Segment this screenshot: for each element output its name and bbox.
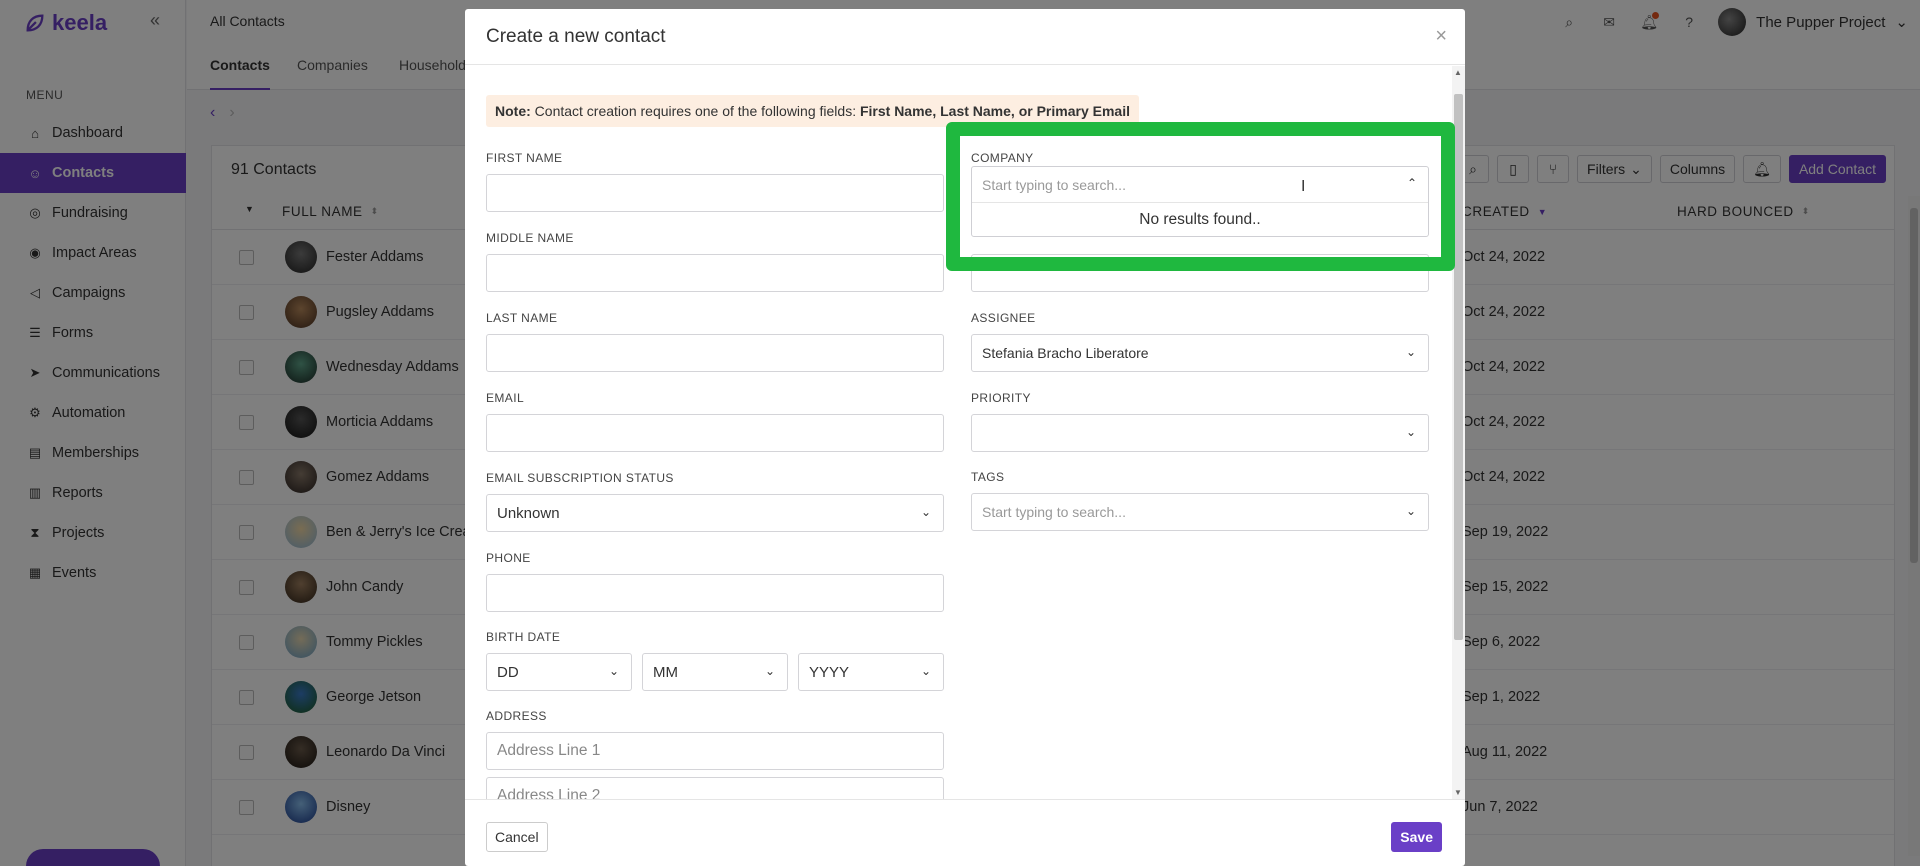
priority-select[interactable]: ⌄ <box>971 414 1429 452</box>
note-label: Note: <box>495 103 531 119</box>
birth-month-select[interactable]: MM ⌄ <box>642 653 788 691</box>
middle-name-field[interactable] <box>486 254 944 292</box>
birth-year-select[interactable]: YYYY ⌄ <box>798 653 944 691</box>
email-subscription-label: EMAIL SUBSCRIPTION STATUS <box>486 471 674 485</box>
modal-scrollbar-thumb[interactable] <box>1454 94 1463 640</box>
chevron-down-icon: ⌄ <box>1405 425 1416 439</box>
scroll-up-icon[interactable]: ▲ <box>1454 68 1462 77</box>
chevron-down-icon: ⌄ <box>608 664 619 678</box>
birth-day-value: DD <box>497 663 519 681</box>
chevron-up-icon[interactable]: ⌃ <box>1407 176 1417 190</box>
tags-label: TAGS <box>971 470 1005 484</box>
chevron-down-icon: ⌄ <box>764 664 775 678</box>
email-subscription-value: Unknown <box>497 504 560 522</box>
note-fields: First Name, Last Name, or Primary Email <box>859 103 1130 119</box>
cancel-button[interactable]: Cancel <box>486 822 548 852</box>
phone-label: PHONE <box>486 551 531 565</box>
first-name-field[interactable] <box>486 174 944 212</box>
first-name-label: FIRST NAME <box>486 151 563 165</box>
last-name-label: LAST NAME <box>486 311 558 325</box>
address-line1-placeholder: Address Line 1 <box>497 742 601 759</box>
address-line1-field[interactable]: Address Line 1 <box>486 732 944 770</box>
assignee-value: Stefania Bracho Liberatore <box>982 345 1149 361</box>
email-subscription-select[interactable]: Unknown ⌄ <box>486 494 944 532</box>
close-icon[interactable]: × <box>1435 25 1447 48</box>
birth-month-value: MM <box>653 663 678 681</box>
email-field[interactable] <box>486 414 944 452</box>
no-results-message: No results found.. <box>1139 211 1261 228</box>
save-button[interactable]: Save <box>1391 822 1442 852</box>
company-placeholder: Start typing to search... <box>982 176 1126 193</box>
chevron-down-icon: ⌄ <box>920 505 931 519</box>
last-name-field[interactable] <box>486 334 944 372</box>
priority-label: PRIORITY <box>971 391 1031 405</box>
modal-header: Create a new contact × <box>465 9 1465 65</box>
text-cursor-icon: I <box>1301 177 1306 195</box>
chevron-down-icon: ⌄ <box>1405 504 1416 518</box>
birth-year-value: YYYY <box>809 663 850 681</box>
birth-day-select[interactable]: DD ⌄ <box>486 653 632 691</box>
chevron-down-icon: ⌄ <box>1405 345 1416 359</box>
email-label: EMAIL <box>486 391 525 405</box>
assignee-label: ASSIGNEE <box>971 311 1036 325</box>
phone-field[interactable] <box>486 574 944 612</box>
address-line2-field[interactable]: Address Line 2 <box>486 777 944 799</box>
scroll-down-icon[interactable]: ▼ <box>1454 788 1462 797</box>
company-search-dropdown[interactable]: Start typing to search... I ⌃ No results… <box>971 166 1429 237</box>
birth-date-label: BIRTH DATE <box>486 630 561 644</box>
note-text: Contact creation requires one of the fol… <box>534 103 857 119</box>
address-label: ADDRESS <box>486 709 547 723</box>
tags-placeholder: Start typing to search... <box>982 504 1126 520</box>
modal-title: Create a new contact <box>486 26 666 47</box>
chevron-down-icon: ⌄ <box>920 664 931 678</box>
tags-input[interactable]: Start typing to search... ⌄ <box>971 493 1429 531</box>
modal-footer: Cancel Save <box>465 799 1465 866</box>
assignee-select[interactable]: Stefania Bracho Liberatore ⌄ <box>971 334 1429 372</box>
company-search-input[interactable]: Start typing to search... I ⌃ <box>972 167 1428 203</box>
middle-name-label: MIDDLE NAME <box>486 231 574 245</box>
address-line2-placeholder: Address Line 2 <box>497 787 601 799</box>
